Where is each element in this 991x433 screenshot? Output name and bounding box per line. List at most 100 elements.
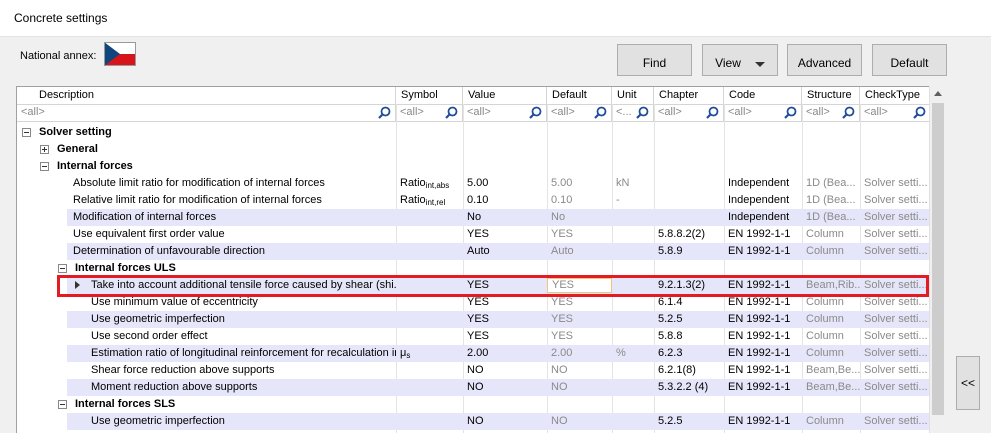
czech-flag-icon[interactable] bbox=[104, 42, 136, 66]
filter-default[interactable]: <all> bbox=[547, 104, 612, 121]
table-row[interactable]: Take into account additional tensile for… bbox=[17, 277, 929, 294]
cell-symbol bbox=[396, 294, 463, 311]
cell-structure: Beam,Be... bbox=[806, 381, 860, 393]
column-header-description[interactable]: Description bbox=[17, 87, 396, 104]
filter-structure[interactable]: <all> bbox=[802, 104, 860, 121]
cell-default: YES bbox=[551, 296, 574, 308]
table-row[interactable]: Use equivalent first order value YES YES 5.… bbox=[17, 226, 929, 243]
column-header-value[interactable]: Value bbox=[463, 87, 547, 104]
filter-checktype[interactable]: <all> bbox=[860, 104, 929, 121]
cell-value[interactable]: YES bbox=[463, 328, 547, 345]
cell-value[interactable]: YES bbox=[463, 311, 547, 328]
table-row[interactable]: Relative limit ratio for modification of… bbox=[17, 192, 929, 209]
cell-checktype: Solver setti... bbox=[864, 245, 928, 257]
group-row[interactable]: Internal forces ULS bbox=[17, 260, 929, 277]
filter-unit[interactable]: <... bbox=[612, 104, 654, 121]
cell-chapter: 5.8.8 bbox=[658, 330, 683, 342]
table-row[interactable]: Modification of internal forces No No Indep… bbox=[17, 209, 929, 226]
cell-code: EN 1992-1-1 bbox=[728, 296, 791, 308]
default-button[interactable]: Default bbox=[872, 44, 947, 76]
column-header-unit[interactable]: Unit bbox=[612, 87, 654, 104]
cell-symbol bbox=[396, 379, 463, 396]
collapse-icon[interactable] bbox=[40, 162, 49, 171]
filter-default-value: <all> bbox=[551, 106, 575, 118]
cell-value[interactable]: NO bbox=[463, 362, 547, 379]
group-label: Internal forces bbox=[57, 160, 133, 172]
symbol-subscript: int,abs bbox=[425, 181, 450, 190]
search-icon[interactable] bbox=[913, 106, 926, 119]
filter-value-value: <all> bbox=[467, 106, 491, 118]
search-icon[interactable] bbox=[529, 106, 542, 119]
filter-chapter[interactable]: <all> bbox=[654, 104, 724, 121]
table-row[interactable]: Determination of unfavourable direction A… bbox=[17, 243, 929, 260]
search-icon[interactable] bbox=[378, 106, 391, 119]
filter-value[interactable]: <all> bbox=[463, 104, 547, 121]
column-header-chapter[interactable]: Chapter bbox=[654, 87, 724, 104]
view-button[interactable]: View bbox=[702, 44, 778, 76]
cell-default: YES bbox=[551, 228, 574, 240]
search-icon[interactable] bbox=[445, 106, 458, 119]
scrollbar-thumb[interactable] bbox=[932, 103, 944, 415]
filter-code[interactable]: <all> bbox=[724, 104, 802, 121]
group-row[interactable]: Internal forces SLS bbox=[17, 396, 929, 413]
cell-structure: Beam,Rib... bbox=[806, 279, 860, 291]
table-row[interactable]: Moment reduction above supports NO NO 5.3.2… bbox=[17, 379, 929, 396]
cell-code: EN 1992-1-1 bbox=[728, 364, 791, 376]
column-header-default[interactable]: Default bbox=[547, 87, 612, 104]
cell-checktype: Solver setti... bbox=[864, 194, 928, 206]
cell-structure: Column bbox=[806, 296, 844, 308]
cell-chapter: 5.3.2.2 (4) bbox=[658, 381, 709, 393]
cell-default: Auto bbox=[551, 245, 574, 257]
search-icon[interactable] bbox=[842, 106, 855, 119]
find-button[interactable]: Find bbox=[617, 44, 692, 76]
chevron-down-icon bbox=[754, 61, 765, 67]
column-header-structure[interactable]: Structure bbox=[802, 87, 860, 104]
column-header-code[interactable]: Code bbox=[724, 87, 802, 104]
search-icon[interactable] bbox=[706, 106, 719, 119]
cell-value[interactable]: No bbox=[463, 209, 547, 226]
table-row[interactable]: Use minimum value of eccentricity YES YES 6… bbox=[17, 294, 929, 311]
vertical-scrollbar[interactable] bbox=[929, 86, 946, 433]
cell-value[interactable]: Auto bbox=[463, 243, 547, 260]
cell-chapter bbox=[654, 175, 724, 192]
table-row[interactable]: Use second order effect YES YES 5.8.8 EN 199… bbox=[17, 328, 929, 345]
cell-value[interactable]: NO bbox=[463, 379, 547, 396]
settings-grid[interactable]: Description Symbol Value Default Unit Chapter… bbox=[16, 86, 930, 433]
expand-icon[interactable] bbox=[40, 145, 49, 154]
search-icon[interactable] bbox=[594, 106, 607, 119]
cell-value[interactable]: 0.10 bbox=[463, 192, 547, 209]
cell-description: Use geometric imperfection bbox=[91, 415, 225, 427]
group-row[interactable]: Internal forces bbox=[17, 158, 929, 175]
national-annex-label: National annex: bbox=[20, 50, 97, 62]
cell-description: Use minimum value of eccentricity bbox=[91, 296, 258, 308]
cell-value[interactable]: YES bbox=[463, 294, 547, 311]
filter-description[interactable]: <all> bbox=[17, 104, 396, 121]
cell-value[interactable]: 5.00 bbox=[463, 175, 547, 192]
cell-symbol bbox=[396, 226, 463, 243]
search-icon[interactable] bbox=[784, 106, 797, 119]
collapse-panel-button[interactable]: << bbox=[956, 356, 980, 410]
table-row[interactable]: Use geometric imperfection YES YES 5.2.5 EN … bbox=[17, 311, 929, 328]
column-header-checktype[interactable]: CheckType bbox=[860, 87, 929, 104]
collapse-icon[interactable] bbox=[58, 264, 67, 273]
cell-chapter bbox=[654, 209, 724, 226]
scroll-up-icon[interactable] bbox=[934, 91, 942, 96]
cell-value[interactable]: NO bbox=[463, 413, 547, 430]
cell-value[interactable]: 2.00 bbox=[463, 345, 547, 362]
search-icon[interactable] bbox=[636, 106, 649, 119]
cell-value[interactable]: YES bbox=[463, 226, 547, 243]
default-button-label: Default bbox=[890, 56, 929, 70]
table-row[interactable]: Absolute limit ratio for modification of… bbox=[17, 175, 929, 192]
advanced-button[interactable]: Advanced bbox=[787, 44, 862, 76]
group-row[interactable]: General bbox=[17, 141, 929, 158]
column-header-symbol[interactable]: Symbol bbox=[396, 87, 463, 104]
group-row[interactable]: Solver setting bbox=[17, 124, 929, 141]
collapse-icon[interactable] bbox=[58, 400, 67, 409]
find-button-label: Find bbox=[642, 56, 667, 70]
filter-symbol[interactable]: <all> bbox=[396, 104, 463, 121]
table-row[interactable]: Estimation ratio of longitudinal reinfor… bbox=[17, 345, 929, 362]
cell-value[interactable]: YES bbox=[463, 277, 547, 294]
table-row[interactable]: Use geometric imperfection NO NO 5.2.5 EN 19… bbox=[17, 413, 929, 430]
collapse-icon[interactable] bbox=[22, 128, 31, 137]
table-row[interactable]: Shear force reduction above supports NO NO… bbox=[17, 362, 929, 379]
